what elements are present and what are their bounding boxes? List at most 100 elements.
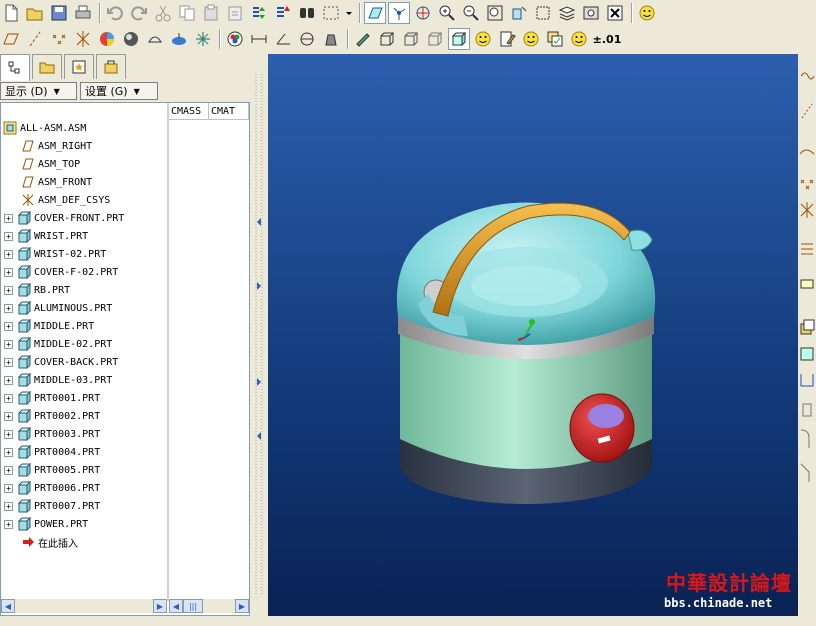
shading-icon[interactable] (448, 28, 470, 50)
open-icon[interactable] (24, 2, 46, 24)
select-box-icon[interactable] (320, 2, 342, 24)
expand-icon[interactable]: + (4, 393, 13, 403)
tree-node[interactable]: ASM_RIGHT (1, 137, 167, 155)
expand-icon[interactable]: + (4, 411, 13, 421)
expand-icon[interactable]: + (4, 429, 13, 439)
cut-icon[interactable] (152, 2, 174, 24)
tab-favorites[interactable] (64, 54, 94, 79)
column-header-cmass[interactable]: CMASS (169, 103, 209, 119)
tree-node[interactable]: + MIDDLE-02.PRT (1, 335, 167, 353)
expand-icon[interactable]: + (4, 249, 13, 259)
redo-icon[interactable] (128, 2, 150, 24)
tree-node[interactable]: + PRT0001.PRT (1, 389, 167, 407)
expand-icon[interactable]: + (4, 303, 13, 313)
scroll-right-icon[interactable]: ▶ (235, 599, 249, 613)
measure-angle-icon[interactable] (272, 28, 294, 50)
close-window-icon[interactable] (604, 2, 626, 24)
tree-node[interactable]: + PRT0005.PRT (1, 461, 167, 479)
tree-node[interactable]: + ALUMINOUS.PRT (1, 299, 167, 317)
spin-icon[interactable] (192, 28, 214, 50)
tree-node[interactable]: + WRIST.PRT (1, 227, 167, 245)
tab-connections[interactable] (96, 54, 126, 79)
tree-node[interactable]: + PRT0003.PRT (1, 425, 167, 443)
checklist-icon[interactable] (544, 28, 566, 50)
tree-node[interactable]: ASM_DEF_CSYS (1, 191, 167, 209)
scroll-thumb[interactable]: ||| (183, 599, 203, 613)
expand-icon[interactable]: + (4, 267, 13, 277)
scroll-right-icon[interactable]: ▶ (153, 599, 167, 613)
columns-horizontal-scrollbar[interactable]: ◀ ||| ▶ (169, 599, 249, 613)
graphics-viewport[interactable] (268, 54, 798, 616)
expand-icon[interactable]: + (4, 357, 13, 367)
tree-node[interactable]: ASM_FRONT (1, 173, 167, 191)
expand-icon[interactable]: + (4, 465, 13, 475)
tree-node[interactable]: + PRT0002.PRT (1, 407, 167, 425)
column-header-cmat[interactable]: CMAT (209, 103, 249, 119)
smiley-icon[interactable] (636, 2, 658, 24)
paste-special-icon[interactable] (224, 2, 246, 24)
scroll-left-icon[interactable]: ◀ (1, 599, 15, 613)
reorient-icon[interactable] (508, 2, 530, 24)
precision-button[interactable]: ±.01 (592, 28, 622, 50)
regenerate-icon[interactable] (248, 2, 270, 24)
expand-icon[interactable]: + (4, 231, 13, 241)
smiley-icon[interactable] (520, 28, 542, 50)
settings-dropdown[interactable]: 设置 (G) ▼ (80, 82, 158, 100)
regenerate-manager-icon[interactable] (272, 2, 294, 24)
expand-icon[interactable]: + (4, 213, 13, 223)
coordinate-system-icon[interactable] (72, 28, 94, 50)
dropdown-icon[interactable] (344, 2, 354, 24)
tree-node[interactable]: + MIDDLE.PRT (1, 317, 167, 335)
tree-node[interactable]: + PRT0007.PRT (1, 497, 167, 515)
zoom-out-icon[interactable] (460, 2, 482, 24)
tree-node[interactable]: + PRT0004.PRT (1, 443, 167, 461)
panel-splitter[interactable] (252, 54, 266, 616)
tree-node[interactable]: + COVER-FRONT.PRT (1, 209, 167, 227)
datum-axis-icon[interactable] (24, 28, 46, 50)
color-wheel-icon[interactable] (224, 28, 246, 50)
annotation-icon[interactable] (496, 28, 518, 50)
tree-node[interactable]: ASM_TOP (1, 155, 167, 173)
datum-display-icon[interactable] (364, 2, 386, 24)
undo-icon[interactable] (104, 2, 126, 24)
smiley-icon[interactable] (568, 28, 590, 50)
smiley-icon[interactable] (472, 28, 494, 50)
datum-point-icon[interactable] (48, 28, 70, 50)
expand-icon[interactable]: + (4, 501, 13, 511)
tree-node[interactable]: + COVER-BACK.PRT (1, 353, 167, 371)
measure-diameter-icon[interactable] (296, 28, 318, 50)
measure-distance-icon[interactable] (248, 28, 270, 50)
measure-mass-icon[interactable] (320, 28, 342, 50)
expand-icon[interactable]: + (4, 483, 13, 493)
appearance-icon[interactable] (96, 28, 118, 50)
tree-node[interactable]: + POWER.PRT (1, 515, 167, 533)
wireframe-pen-icon[interactable] (352, 28, 374, 50)
tab-folder-browser[interactable] (32, 54, 62, 79)
refit-icon[interactable] (484, 2, 506, 24)
saved-views-icon[interactable] (580, 2, 602, 24)
new-icon[interactable] (0, 2, 22, 24)
expand-icon[interactable]: + (4, 339, 13, 349)
tree-node[interactable]: 在此插入 (1, 533, 167, 551)
expand-icon[interactable]: + (4, 447, 13, 457)
copy-icon[interactable] (176, 2, 198, 24)
expand-icon[interactable]: + (4, 375, 13, 385)
find-icon[interactable] (296, 2, 318, 24)
tree-node[interactable]: + RB.PRT (1, 281, 167, 299)
tree-node[interactable]: + COVER-F-02.PRT (1, 263, 167, 281)
tree-horizontal-scrollbar[interactable]: ◀ ▶ (1, 599, 167, 613)
hidden-line-icon[interactable] (400, 28, 422, 50)
tree-node[interactable]: + PRT0006.PRT (1, 479, 167, 497)
datum-plane-icon[interactable] (0, 28, 22, 50)
print-icon[interactable] (72, 2, 94, 24)
zoom-in-icon[interactable] (436, 2, 458, 24)
expand-icon[interactable]: + (4, 321, 13, 331)
layers-icon[interactable] (556, 2, 578, 24)
tree-node[interactable]: ALL-ASM.ASM (1, 119, 167, 137)
spin-center-icon[interactable] (412, 2, 434, 24)
tree-node[interactable]: + MIDDLE-03.PRT (1, 371, 167, 389)
expand-icon[interactable]: + (4, 519, 13, 529)
no-hidden-icon[interactable] (424, 28, 446, 50)
perspective-icon[interactable] (168, 28, 190, 50)
datum-point-display-icon[interactable] (388, 2, 410, 24)
